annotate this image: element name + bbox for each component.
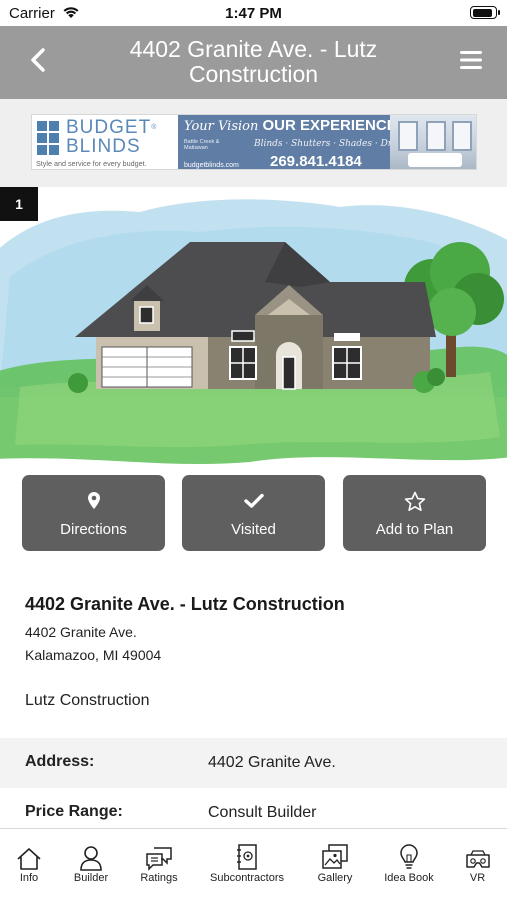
lightbulb-icon (370, 843, 448, 871)
detail-value: 4402 Granite Ave. (208, 754, 336, 771)
ad-room-photo (390, 115, 476, 169)
listing-title: 4402 Granite Ave. - Lutz Construction (25, 594, 345, 614)
tab-bar: Info Builder Ratings Subcontractors Gall… (0, 828, 507, 900)
photo-index-badge: 1 (0, 187, 38, 221)
ad-headline: Your Vision OUR EXPERIENCE. (184, 117, 401, 134)
detail-value: Consult Builder (208, 804, 317, 821)
listing-info: 4402 Granite Ave. - Lutz Construction 44… (25, 594, 485, 663)
clock: 1:47 PM (225, 5, 282, 22)
tab-info[interactable]: Info (0, 829, 58, 900)
back-button[interactable] (22, 46, 54, 78)
tab-label: VR (469, 872, 486, 884)
action-buttons: Directions Visited Add to Plan (0, 475, 507, 553)
tab-label: Builder (73, 872, 109, 884)
listing-builder: Lutz Construction (25, 692, 150, 709)
detail-label: Address: (25, 753, 95, 770)
tab-gallery[interactable]: Gallery (300, 829, 370, 900)
detail-row-address: Address: 4402 Granite Ave. (0, 738, 507, 788)
contact-book-icon (194, 843, 300, 871)
battery-icon (470, 6, 500, 19)
tab-builder[interactable]: Builder (58, 829, 124, 900)
tab-subcontractors[interactable]: Subcontractors (194, 829, 300, 900)
add-to-plan-button[interactable]: Add to Plan (343, 475, 486, 551)
ad-url: budgetblinds.com (184, 162, 239, 169)
budget-blinds-logo-icon (37, 121, 61, 155)
listing-street: 4402 Granite Ave. (25, 624, 137, 640)
ad-area: BUDGET® BLINDS Style and service for eve… (0, 99, 507, 187)
chat-bubbles-icon (124, 843, 194, 871)
checkmark-icon (182, 490, 325, 512)
directions-button[interactable]: Directions (22, 475, 165, 551)
tab-label: Subcontractors (210, 872, 284, 884)
house-rendering (0, 187, 507, 465)
ad-location: Battle Creek & Mattawan (184, 139, 220, 151)
tab-label: Idea Book (384, 872, 434, 884)
ad-tagline: Style and service for every budget. (36, 159, 147, 168)
map-pin-icon (22, 490, 165, 512)
listing-city: Kalamazoo, MI 49004 (25, 647, 162, 663)
photo-gallery-icon (300, 843, 370, 871)
add-to-plan-label: Add to Plan (375, 521, 454, 538)
nav-header: 4402 Granite Ave. - Lutz Construction (0, 26, 507, 99)
vr-headset-icon (448, 843, 507, 871)
hamburger-menu-icon (459, 50, 483, 75)
house-icon (0, 843, 58, 871)
tab-idea-book[interactable]: Idea Book (370, 829, 448, 900)
tab-label: Gallery (317, 872, 353, 884)
house-illustration (0, 199, 507, 464)
tab-label: Ratings (140, 872, 178, 884)
status-bar: Carrier 1:47 PM (0, 0, 507, 26)
person-icon (58, 843, 124, 871)
tab-vr[interactable]: VR (448, 829, 507, 900)
menu-button[interactable] (457, 48, 485, 76)
chevron-left-icon (29, 47, 47, 78)
detail-label: Price Range: (25, 803, 123, 820)
battery-level (472, 8, 493, 17)
directions-label: Directions (60, 521, 127, 538)
ad-brand-name: BUDGET® BLINDS (66, 117, 158, 157)
tab-label: Info (19, 872, 39, 884)
star-icon (343, 490, 486, 512)
page-title: 4402 Granite Ave. - Lutz Construction (129, 36, 378, 87)
ad-brand-panel: BUDGET® BLINDS Style and service for eve… (32, 115, 178, 169)
tab-ratings[interactable]: Ratings (124, 829, 194, 900)
visited-button[interactable]: Visited (182, 475, 325, 551)
ad-phone: 269.841.4184 (270, 153, 362, 170)
ad-banner[interactable]: BUDGET® BLINDS Style and service for eve… (31, 114, 477, 170)
visited-label: Visited (231, 521, 276, 538)
ad-promo-panel: Your Vision OUR EXPERIENCE. Battle Creek… (178, 115, 476, 170)
